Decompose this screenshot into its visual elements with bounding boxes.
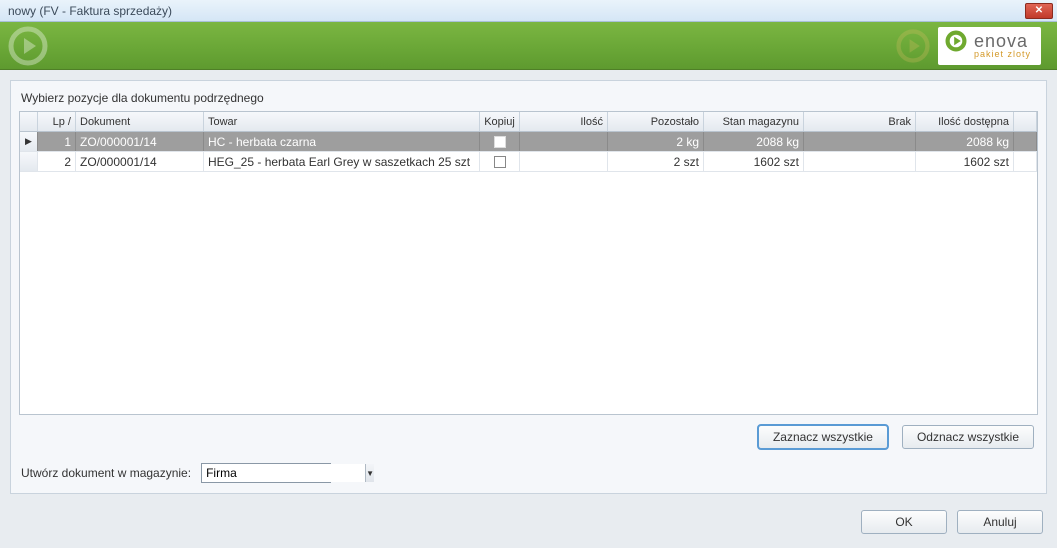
title-bar: nowy (FV - Faktura sprzedaży) ✕ <box>0 0 1057 22</box>
cell-kopiuj[interactable] <box>480 152 520 171</box>
row-handle[interactable]: ▶ <box>20 132 38 151</box>
col-towar[interactable]: Towar <box>204 112 480 131</box>
play-icon-faded <box>896 29 930 63</box>
ok-button[interactable]: OK <box>861 510 947 534</box>
brand-name: enova <box>974 31 1028 51</box>
grid-body: ▶1ZO/000001/14HC - herbata czarna2 kg208… <box>20 132 1037 414</box>
row-pointer-icon: ▶ <box>25 136 32 147</box>
cell-tail <box>1014 152 1037 171</box>
grid-header: Lp / Dokument Towar Kopiuj Ilość Pozosta… <box>20 112 1037 132</box>
col-dokument[interactable]: Dokument <box>76 112 204 131</box>
col-kopiuj[interactable]: Kopiuj <box>480 112 520 131</box>
window-title: nowy (FV - Faktura sprzedaży) <box>8 4 172 18</box>
cell-ilosc[interactable] <box>520 132 608 151</box>
cell-brak[interactable] <box>804 152 916 171</box>
col-lp[interactable]: Lp / <box>38 112 76 131</box>
cell-towar[interactable]: HC - herbata czarna <box>204 132 480 151</box>
cell-dostepna[interactable]: 1602 szt <box>916 152 1014 171</box>
cell-tail <box>1014 132 1037 151</box>
kopiuj-checkbox[interactable] <box>494 156 506 168</box>
cancel-button[interactable]: Anuluj <box>957 510 1043 534</box>
chevron-down-icon[interactable]: ▼ <box>365 464 374 482</box>
cell-stan[interactable]: 2088 kg <box>704 132 804 151</box>
cell-pozostalo[interactable]: 2 szt <box>608 152 704 171</box>
cell-brak[interactable] <box>804 132 916 151</box>
close-icon: ✕ <box>1035 5 1043 16</box>
cell-towar[interactable]: HEG_25 - herbata Earl Grey w saszetkach … <box>204 152 480 171</box>
brand-sub: pakiet zloty <box>974 50 1031 59</box>
selection-buttons: Zaznacz wszystkie Odznacz wszystkie <box>19 415 1038 453</box>
table-row[interactable]: ▶1ZO/000001/14HC - herbata czarna2 kg208… <box>20 132 1037 152</box>
col-stan[interactable]: Stan magazynu <box>704 112 804 131</box>
grid[interactable]: Lp / Dokument Towar Kopiuj Ilość Pozosta… <box>19 111 1038 415</box>
brand-area: enova pakiet zloty <box>896 27 1041 65</box>
col-pozostalo[interactable]: Pozostało <box>608 112 704 131</box>
col-row-selector <box>20 112 38 131</box>
instruction-text: Wybierz pozycje dla dokumentu podrzędneg… <box>19 89 1038 111</box>
cell-dokument[interactable]: ZO/000001/14 <box>76 132 204 151</box>
warehouse-combo[interactable]: ▼ <box>201 463 331 483</box>
col-dostepna[interactable]: Ilość dostępna <box>916 112 1014 131</box>
cell-stan[interactable]: 1602 szt <box>704 152 804 171</box>
deselect-all-button[interactable]: Odznacz wszystkie <box>902 425 1034 449</box>
footer: OK Anuluj <box>0 504 1057 548</box>
cell-lp[interactable]: 2 <box>38 152 76 171</box>
kopiuj-checkbox[interactable] <box>494 136 506 148</box>
warehouse-input[interactable] <box>202 464 365 482</box>
header-band: enova pakiet zloty <box>0 22 1057 70</box>
brand-logo: enova pakiet zloty <box>938 27 1041 65</box>
cell-ilosc[interactable] <box>520 152 608 171</box>
warehouse-label: Utwórz dokument w magazynie: <box>21 466 191 480</box>
main-panel: Wybierz pozycje dla dokumentu podrzędneg… <box>10 80 1047 494</box>
select-all-button[interactable]: Zaznacz wszystkie <box>758 425 888 449</box>
col-brak[interactable]: Brak <box>804 112 916 131</box>
cell-lp[interactable]: 1 <box>38 132 76 151</box>
cell-dokument[interactable]: ZO/000001/14 <box>76 152 204 171</box>
col-ilosc[interactable]: Ilość <box>520 112 608 131</box>
col-tail <box>1014 112 1037 131</box>
row-handle[interactable] <box>20 152 38 171</box>
cell-pozostalo[interactable]: 2 kg <box>608 132 704 151</box>
cell-kopiuj[interactable] <box>480 132 520 151</box>
table-row[interactable]: 2ZO/000001/14HEG_25 - herbata Earl Grey … <box>20 152 1037 172</box>
play-icon <box>6 24 50 68</box>
warehouse-row: Utwórz dokument w magazynie: ▼ <box>19 453 1038 485</box>
cell-dostepna[interactable]: 2088 kg <box>916 132 1014 151</box>
close-button[interactable]: ✕ <box>1025 3 1053 19</box>
